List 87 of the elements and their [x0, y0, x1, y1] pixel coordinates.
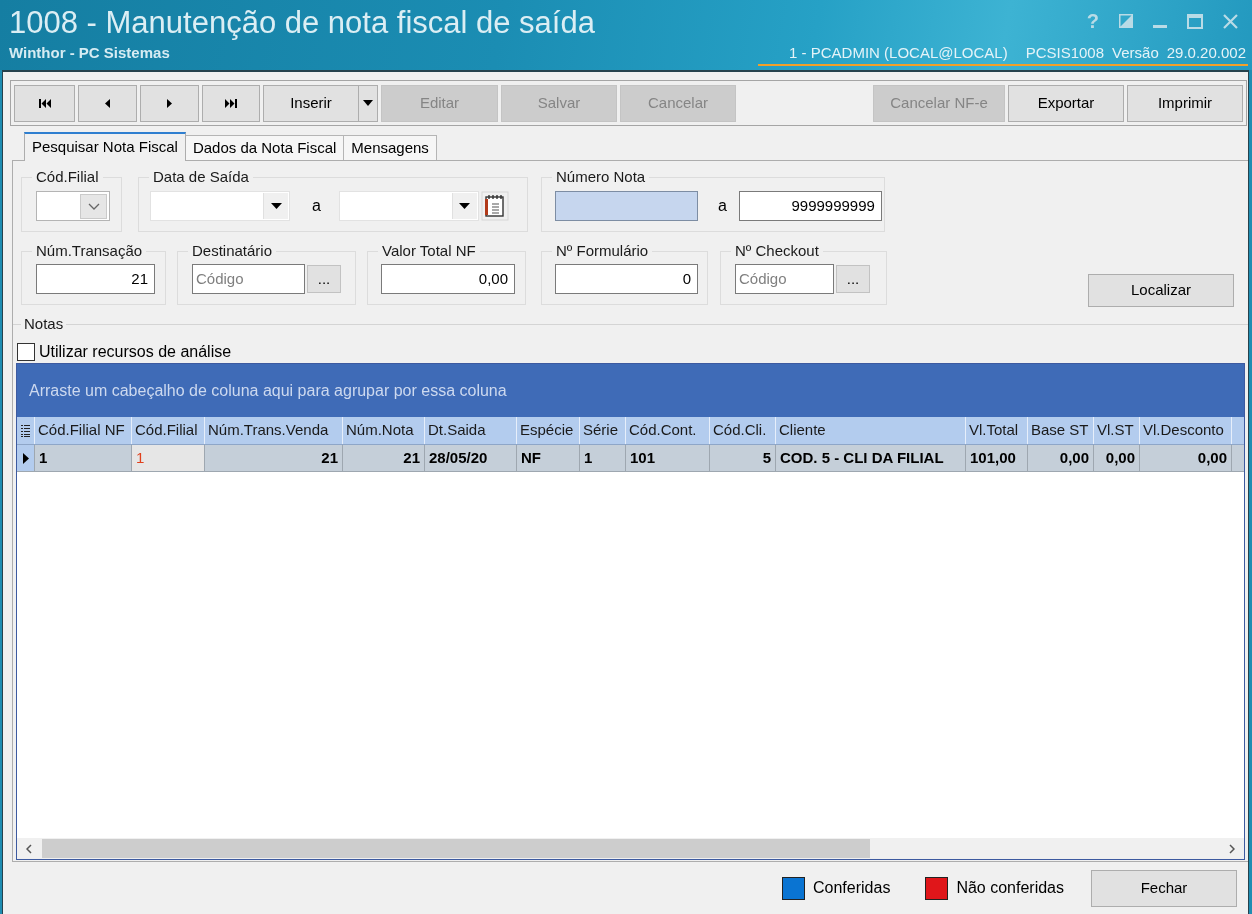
range-separator: a — [312, 196, 321, 216]
legend-label: Conferidas — [813, 878, 891, 898]
toolbar-button[interactable]: Inserir — [263, 84, 359, 122]
group-label: Nº Formulário — [555, 243, 650, 259]
column-header[interactable]: Base ST — [1028, 417, 1094, 444]
column-header[interactable]: Núm.Trans.Venda — [205, 417, 343, 444]
checkbox[interactable] — [17, 343, 35, 361]
session-info: 1 - PCADMIN (LOCAL@LOCAL) — [789, 45, 1008, 61]
scrollbar-thumb[interactable] — [42, 839, 870, 858]
table-cell: 28/05/20 — [425, 445, 517, 471]
toolbar-button[interactable]: Exportar — [1008, 84, 1124, 122]
legend-label: Não conferidas — [956, 878, 1064, 898]
close-icon[interactable] — [1223, 13, 1238, 29]
skip-first-icon — [38, 98, 51, 108]
column-header[interactable]: Cód.Filial NF — [35, 417, 132, 444]
group-label: Cód.Filial — [35, 169, 100, 185]
triangle-right-icon — [167, 98, 172, 108]
section-label: Notas — [23, 316, 65, 332]
table-cell: 5 — [710, 445, 776, 471]
chevron-down-icon — [80, 193, 107, 219]
table-cell: 0,00 — [1028, 445, 1094, 471]
table-cell: 0,00 — [1094, 445, 1140, 471]
window-layout-icon[interactable] — [1119, 14, 1133, 28]
skip-last-icon — [225, 98, 237, 108]
table-cell: 21 — [343, 445, 425, 471]
column-header[interactable]: Núm.Nota — [343, 417, 425, 444]
calendar-icon[interactable] — [480, 191, 509, 221]
lookup-button[interactable]: ... — [836, 265, 870, 293]
column-header[interactable]: Vl.ST — [1094, 417, 1140, 444]
column-header[interactable]: Cód.Cli. — [710, 417, 776, 444]
column-header[interactable]: Série — [580, 417, 626, 444]
group-label: Número Nota — [555, 169, 647, 185]
group-label: Nº Checkout — [734, 243, 820, 259]
search-button[interactable]: Localizar — [1088, 274, 1234, 307]
maximize-icon[interactable] — [1187, 13, 1203, 29]
column-header[interactable]: Vl.Desconto — [1140, 417, 1232, 444]
column-header[interactable]: Cód.Cont. — [626, 417, 710, 444]
table-cell: 21 — [205, 445, 343, 471]
toolbar-button[interactable]: Imprimir — [1127, 84, 1243, 122]
table-cell: NF — [517, 445, 580, 471]
triangle-left-icon — [105, 98, 110, 108]
column-header[interactable]: Cliente — [776, 417, 966, 444]
checkbox-label: Utilizar recursos de análise — [39, 342, 232, 362]
session-info: Versão — [1112, 45, 1159, 61]
code-field[interactable]: Código — [735, 264, 834, 294]
number-field[interactable]: 0 — [555, 264, 698, 294]
code-field[interactable]: Código — [192, 264, 305, 294]
tab[interactable]: Dados da Nota Fiscal — [185, 135, 345, 160]
table-cell: 1 — [580, 445, 626, 471]
session-info: PCSIS1008 — [1025, 45, 1105, 61]
group-label: Data de Saída — [152, 169, 250, 185]
horizontal-scrollbar[interactable] — [17, 838, 1244, 859]
tab[interactable]: Mensagens — [344, 135, 437, 160]
group-label: Núm.Transação — [35, 243, 144, 259]
group-label: Valor Total NF — [381, 243, 477, 259]
table-cell: 101,00 — [966, 445, 1028, 471]
group-by-hint: Arraste um cabeçalho de coluna aqui para agrupar por essa coluna — [29, 380, 507, 401]
caret-down-icon — [363, 100, 373, 106]
last-record-button[interactable] — [202, 84, 260, 122]
group-label: Destinatário — [191, 243, 274, 259]
close-button[interactable]: Fechar — [1091, 869, 1237, 907]
first-record-button[interactable] — [14, 84, 75, 122]
table-row[interactable]: 1 1 21 21 28/05/20 NF 1 101 5 COD. 5 - CLI DA FILIAL 101,00 0,00 0,00 0,00 — [17, 445, 1244, 472]
dropdown-button[interactable] — [359, 84, 378, 122]
number-field[interactable] — [555, 191, 698, 221]
number-field[interactable]: 21 — [36, 264, 155, 294]
column-header[interactable]: Vl.Total — [966, 417, 1028, 444]
number-field[interactable]: 0,00 — [381, 264, 515, 294]
date-field[interactable] — [150, 191, 290, 221]
column-header[interactable]: Cód.Filial — [132, 417, 205, 444]
list-icon[interactable] — [21, 424, 30, 437]
tab[interactable]: Pesquisar Nota Fiscal — [24, 132, 186, 161]
column-header[interactable]: Espécie — [517, 417, 580, 444]
table-cell: 1 — [132, 445, 205, 471]
window-subtitle: Winthor - PC Sistemas — [9, 44, 171, 61]
table-cell: 0,00 — [1140, 445, 1232, 471]
table-cell: 101 — [626, 445, 710, 471]
number-field[interactable]: 9999999999 — [738, 191, 882, 221]
range-separator: a — [718, 196, 727, 216]
table-cell: COD. 5 - CLI DA FILIAL — [776, 445, 966, 471]
dropdown-field[interactable] — [36, 191, 110, 221]
lookup-button[interactable]: ... — [307, 265, 341, 293]
window-title: 1008 - Manutenção de nota fiscal de saída — [9, 5, 595, 40]
row-pointer-icon — [22, 452, 29, 464]
date-field[interactable] — [338, 191, 479, 221]
session-info: 29.0.20.002 — [1166, 45, 1246, 61]
column-header[interactable]: Dt.Saida — [425, 417, 517, 444]
